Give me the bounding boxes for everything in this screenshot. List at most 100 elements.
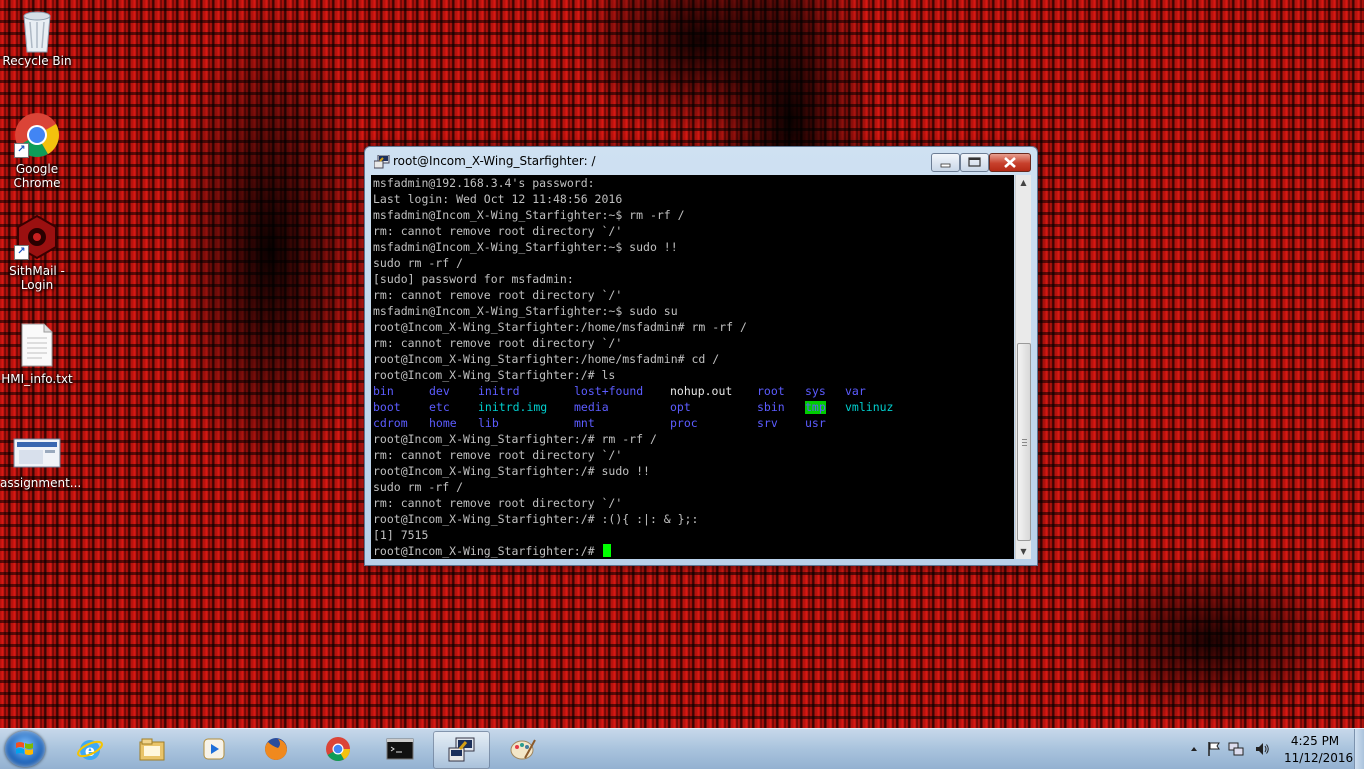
clock-date[interactable]: 11/12/2016 (1284, 751, 1353, 765)
terminal-line: rm: cannot remove root directory `/' (373, 224, 623, 238)
media-player-icon (203, 738, 225, 760)
desktop-icon-sithmail[interactable]: ↗ SithMail - Login (0, 214, 74, 292)
image-file-icon (13, 436, 61, 470)
chrome-icon (326, 737, 350, 762)
desktop-icon-google-chrome[interactable]: ↗ Google Chrome (0, 112, 74, 190)
clock-time[interactable]: 4:25 PM (1284, 734, 1346, 748)
ls-entry: nohup.out (670, 384, 733, 398)
terminal-prompt: root@Incom_X-Wing_Starfighter:/# (373, 544, 602, 558)
terminal-line: root@Incom_X-Wing_Starfighter:/# :(){ :|… (373, 512, 699, 526)
ls-entry: home (429, 416, 457, 430)
ls-entry: initrd (478, 384, 520, 398)
ls-entry: tmp (805, 400, 826, 414)
ls-entry: bin (373, 384, 394, 398)
show-desktop-button[interactable] (1354, 729, 1364, 769)
ls-entry: etc (429, 400, 450, 414)
windows-logo-icon (16, 742, 33, 755)
volume-icon[interactable] (1254, 741, 1270, 757)
terminal-line: [sudo] password for msfadmin: (373, 272, 574, 286)
terminal-scrollbar[interactable]: ▲ ▼ (1015, 175, 1031, 559)
terminal-line: msfadmin@192.168.3.4's password: (373, 176, 595, 190)
terminal-line: sudo rm -rf / (373, 480, 464, 494)
ls-entry: vmlinuz (845, 400, 894, 414)
taskbar-media-player[interactable] (186, 731, 241, 767)
shortcut-arrow-icon: ↗ (14, 143, 29, 158)
ls-entry: lost+found (574, 384, 644, 398)
scrollbar-thumb[interactable] (1017, 343, 1031, 541)
taskbar-chrome[interactable] (310, 731, 365, 767)
ls-entry: sys (805, 384, 826, 398)
terminal-line: msfadmin@Incom_X-Wing_Starfighter:~$ sud… (373, 240, 678, 254)
terminal-cursor (603, 544, 612, 557)
terminal-line: rm: cannot remove root directory `/' (373, 496, 623, 510)
ls-entry: var (845, 384, 866, 398)
ls-entry: media (574, 400, 609, 414)
text-file-icon (20, 322, 54, 368)
minimize-button[interactable] (931, 153, 960, 172)
terminal-prompt-line: root@Incom_X-Wing_Starfighter:/# (373, 543, 612, 559)
terminal-line: sudo rm -rf / (373, 256, 464, 270)
close-icon (1004, 157, 1016, 168)
terminal-line: rm: cannot remove root directory `/' (373, 336, 623, 350)
recycle-bin-icon (19, 8, 55, 54)
terminal-line: [1] 7515 (373, 528, 429, 542)
desktop-icon-assignment[interactable]: assignment... (0, 436, 81, 490)
window-titlebar[interactable]: root@Incom_X-Wing_Starfighter: / (365, 147, 1037, 175)
shortcut-arrow-icon: ↗ (14, 245, 29, 260)
terminal-line: Last login: Wed Oct 12 11:48:56 2016 (373, 192, 623, 206)
terminal-line: rm: cannot remove root directory `/' (373, 288, 623, 302)
ls-entry: cdrom (373, 416, 408, 430)
grip-icon (1022, 438, 1027, 446)
terminal-line: root@Incom_X-Wing_Starfighter:/home/msfa… (373, 352, 720, 366)
terminal-line: root@Incom_X-Wing_Starfighter:/home/msfa… (373, 320, 747, 334)
desktop-icon-recycle-bin[interactable]: Recycle Bin (0, 8, 74, 68)
taskbar-file-explorer[interactable] (124, 731, 179, 767)
taskbar-internet-explorer[interactable]: e (62, 731, 117, 767)
ls-entry: dev (429, 384, 450, 398)
sithmail-icon: ↗ (14, 214, 60, 260)
ls-entry: lib (478, 416, 499, 430)
desktop-icon-hmi-info[interactable]: HMI_info.txt (0, 322, 74, 386)
ls-entry: proc (670, 416, 698, 430)
close-button[interactable] (989, 153, 1031, 172)
ls-entry: usr (805, 416, 826, 430)
scroll-up-arrow-icon[interactable]: ▲ (1016, 175, 1031, 190)
ls-entry: root (757, 384, 785, 398)
paint-icon (510, 739, 536, 760)
ls-entry: sbin (757, 400, 785, 414)
command-prompt-icon (386, 738, 414, 760)
desktop-icon-label: SithMail - Login (9, 264, 65, 292)
maximize-button[interactable] (960, 153, 989, 172)
ls-entry: opt (670, 400, 691, 414)
scroll-down-arrow-icon[interactable]: ▼ (1016, 544, 1031, 559)
action-center-flag-icon[interactable] (1206, 741, 1222, 757)
taskbar: e 4:25 PM 11/12/2016 (0, 728, 1364, 769)
ls-entry: boot (373, 400, 401, 414)
taskbar-command-prompt[interactable] (372, 731, 427, 767)
desktop-icon-label: Google Chrome (13, 162, 61, 190)
putty-icon (448, 737, 475, 762)
show-hidden-icons-chevron-icon[interactable] (1186, 741, 1202, 757)
start-button[interactable] (5, 731, 45, 767)
ls-entry: initrd.img (478, 400, 548, 414)
putty-icon (373, 154, 390, 169)
internet-explorer-icon: e (77, 740, 103, 760)
terminal-line: rm: cannot remove root directory `/' (373, 448, 623, 462)
chrome-icon: ↗ (14, 112, 60, 158)
firefox-icon (265, 738, 287, 760)
terminal-line: root@Incom_X-Wing_Starfighter:/# ls (373, 368, 616, 382)
putty-window[interactable]: root@Incom_X-Wing_Starfighter: / msfadmi… (364, 146, 1038, 566)
taskbar-firefox[interactable] (248, 731, 303, 767)
terminal-output[interactable]: msfadmin@192.168.3.4's password: Last lo… (371, 175, 1014, 559)
terminal-line: root@Incom_X-Wing_Starfighter:/# sudo !! (373, 464, 650, 478)
taskbar-paint[interactable] (495, 731, 550, 767)
file-explorer-icon (139, 738, 165, 761)
ls-entry: srv (757, 416, 778, 430)
network-icon[interactable] (1228, 741, 1244, 757)
ls-entry: mnt (574, 416, 595, 430)
terminal-line: msfadmin@Incom_X-Wing_Starfighter:~$ rm … (373, 208, 685, 222)
taskbar-putty[interactable] (433, 731, 490, 769)
desktop-icon-label: Recycle Bin (2, 54, 72, 68)
window-title: root@Incom_X-Wing_Starfighter: / (393, 154, 596, 168)
terminal-line: msfadmin@Incom_X-Wing_Starfighter:~$ sud… (373, 304, 678, 318)
